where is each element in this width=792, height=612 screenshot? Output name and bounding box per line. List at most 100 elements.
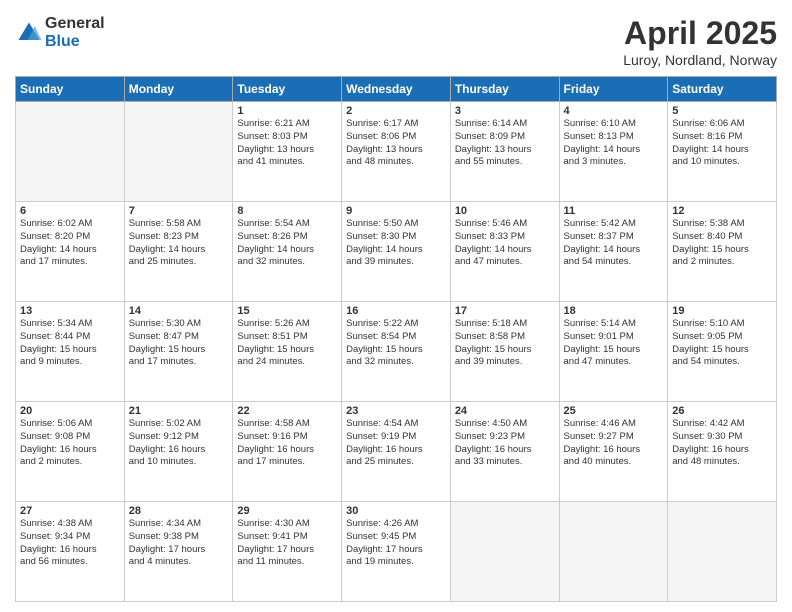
info-line: Daylight: 15 hours: [455, 344, 532, 355]
month-title: April 2025: [623, 15, 777, 52]
calendar-cell: 13Sunrise: 5:34 AMSunset: 8:44 PMDayligh…: [16, 302, 125, 402]
cell-info: Sunrise: 5:10 AMSunset: 9:05 PMDaylight:…: [672, 318, 772, 369]
info-line: and 32 minutes.: [237, 256, 305, 267]
day-number: 24: [455, 405, 555, 417]
day-number: 8: [237, 205, 337, 217]
calendar-cell: 24Sunrise: 4:50 AMSunset: 9:23 PMDayligh…: [450, 402, 559, 502]
day-number: 17: [455, 305, 555, 317]
info-line: Sunset: 9:01 PM: [564, 331, 634, 342]
info-line: Daylight: 15 hours: [237, 344, 314, 355]
cell-info: Sunrise: 5:06 AM Sunset: 9:08 PM Daylight:…: [20, 418, 120, 469]
weekday-header: Monday: [124, 77, 233, 102]
info-line: and 4 minutes.: [129, 556, 191, 567]
calendar-cell: 5Sunrise: 6:06 AMSunset: 8:16 PMDaylight…: [668, 102, 777, 202]
calendar-cell: 17Sunrise: 5:18 AMSunset: 8:58 PMDayligh…: [450, 302, 559, 402]
info-line: Daylight: 14 hours: [346, 244, 423, 255]
cell-info: Sunrise: 4:58 AMSunset: 9:16 PMDaylight:…: [237, 418, 337, 469]
info-line: Daylight: 13 hours: [237, 144, 314, 155]
cell-info: Sunrise: 4:46 AMSunset: 9:27 PMDaylight:…: [564, 418, 664, 469]
cell-info: Sunrise: 4:38 AMSunset: 9:34 PMDaylight:…: [20, 518, 120, 569]
cell-info: Sunrise: 5:46 AMSunset: 8:33 PMDaylight:…: [455, 218, 555, 269]
day-number: 29: [237, 505, 337, 517]
weekday-header: Wednesday: [342, 77, 451, 102]
calendar-week-row: 13Sunrise: 5:34 AMSunset: 8:44 PMDayligh…: [16, 302, 777, 402]
logo-blue-text: Blue: [45, 33, 105, 51]
info-line: Daylight: 16 hours: [564, 444, 641, 455]
info-line: Sunrise: 4:50 AM: [455, 418, 527, 429]
info-line: Daylight: 16 hours: [237, 444, 314, 455]
info-line: Daylight: 14 hours: [455, 244, 532, 255]
day-number: 23: [346, 405, 446, 417]
weekday-header: Sunday: [16, 77, 125, 102]
calendar-cell: 1Sunrise: 6:21 AMSunset: 8:03 PMDaylight…: [233, 102, 342, 202]
calendar-week-row: 20Sunrise: 5:06 AMSunset: 9:08 PMDayligh…: [16, 402, 777, 502]
calendar-cell: 21Sunrise: 5:02 AMSunset: 9:12 PMDayligh…: [124, 402, 233, 502]
info-line: Sunset: 8:06 PM: [346, 131, 416, 142]
info-line: Sunset: 9:30 PM: [672, 431, 742, 442]
day-number: 3: [455, 105, 555, 117]
calendar-cell: 2Sunrise: 6:17 AMSunset: 8:06 PMDaylight…: [342, 102, 451, 202]
day-number: 22: [237, 405, 337, 417]
info-line: Sunrise: 6:10 AM: [564, 118, 636, 129]
day-number: 19: [672, 305, 772, 317]
location: Luroy, Nordland, Norway: [623, 52, 777, 68]
info-line: and 3 minutes.: [564, 156, 626, 167]
info-line: and 54 minutes.: [564, 256, 632, 267]
day-number: 7: [129, 205, 229, 217]
info-line: Sunset: 8:44 PM: [20, 331, 90, 342]
cell-info: Sunrise: 5:38 AMSunset: 8:40 PMDaylight:…: [672, 218, 772, 269]
info-line: and 24 minutes.: [237, 356, 305, 367]
info-line: Daylight: 16 hours: [20, 444, 97, 455]
info-line: Daylight: 15 hours: [672, 344, 749, 355]
day-number: 28: [129, 505, 229, 517]
info-line: and 17 minutes.: [129, 356, 197, 367]
logo-general-text: General: [45, 15, 105, 33]
info-line: Daylight: 17 hours: [237, 544, 314, 555]
info-line: and 47 minutes.: [455, 256, 523, 267]
info-line: and 19 minutes.: [346, 556, 414, 567]
info-line: and 10 minutes.: [129, 456, 197, 467]
day-number: 30: [346, 505, 446, 517]
info-line: and 32 minutes.: [346, 356, 414, 367]
info-line: Sunset: 8:09 PM: [455, 131, 525, 142]
calendar-cell: [559, 502, 668, 602]
cell-info: Sunrise: 5:22 AMSunset: 8:54 PMDaylight:…: [346, 318, 446, 369]
info-line: Sunset: 9:12 PM: [129, 431, 199, 442]
calendar-cell: 29Sunrise: 4:30 AMSunset: 9:41 PMDayligh…: [233, 502, 342, 602]
info-line: Sunrise: 6:02 AM: [20, 218, 92, 229]
day-number: 27: [20, 505, 120, 517]
calendar-cell: 11Sunrise: 5:42 AMSunset: 8:37 PMDayligh…: [559, 202, 668, 302]
calendar-cell: 18Sunrise: 5:14 AMSunset: 9:01 PMDayligh…: [559, 302, 668, 402]
info-line: Sunset: 9:08 PM: [20, 431, 90, 442]
info-line: Daylight: 15 hours: [346, 344, 423, 355]
info-line: Sunrise: 4:34 AM: [129, 518, 201, 529]
info-line: Daylight: 14 hours: [237, 244, 314, 255]
info-line: Sunset: 9:05 PM: [672, 331, 742, 342]
calendar-week-row: 1Sunrise: 6:21 AMSunset: 8:03 PMDaylight…: [16, 102, 777, 202]
day-number: 14: [129, 305, 229, 317]
calendar-cell: 19Sunrise: 5:10 AMSunset: 9:05 PMDayligh…: [668, 302, 777, 402]
info-line: Daylight: 16 hours: [672, 444, 749, 455]
info-line: Daylight: 15 hours: [20, 344, 97, 355]
cell-info: Sunrise: 6:17 AMSunset: 8:06 PMDaylight:…: [346, 118, 446, 169]
cell-info: Sunrise: 5:34 AMSunset: 8:44 PMDaylight:…: [20, 318, 120, 369]
day-number: 13: [20, 305, 120, 317]
calendar-cell: 6Sunrise: 6:02 AMSunset: 8:20 PMDaylight…: [16, 202, 125, 302]
info-line: Sunrise: 5:06 AM: [20, 418, 92, 429]
calendar-cell: [668, 502, 777, 602]
info-line: Sunset: 8:23 PM: [129, 231, 199, 242]
calendar-header: SundayMondayTuesdayWednesdayThursdayFrid…: [16, 77, 777, 102]
calendar-cell: [16, 102, 125, 202]
info-line: Sunset: 8:58 PM: [455, 331, 525, 342]
day-number: 6: [20, 205, 120, 217]
calendar-cell: 30Sunrise: 4:26 AMSunset: 9:45 PMDayligh…: [342, 502, 451, 602]
info-line: Sunrise: 5:46 AM: [455, 218, 527, 229]
calendar-cell: 28Sunrise: 4:34 AMSunset: 9:38 PMDayligh…: [124, 502, 233, 602]
info-line: and 33 minutes.: [455, 456, 523, 467]
cell-info: Sunrise: 5:50 AMSunset: 8:30 PMDaylight:…: [346, 218, 446, 269]
calendar-cell: 10Sunrise: 5:46 AMSunset: 8:33 PMDayligh…: [450, 202, 559, 302]
info-line: Daylight: 16 hours: [129, 444, 206, 455]
calendar-cell: 15Sunrise: 5:26 AMSunset: 8:51 PMDayligh…: [233, 302, 342, 402]
cell-info: Sunrise: 6:10 AMSunset: 8:13 PMDaylight:…: [564, 118, 664, 169]
day-number: 2: [346, 105, 446, 117]
